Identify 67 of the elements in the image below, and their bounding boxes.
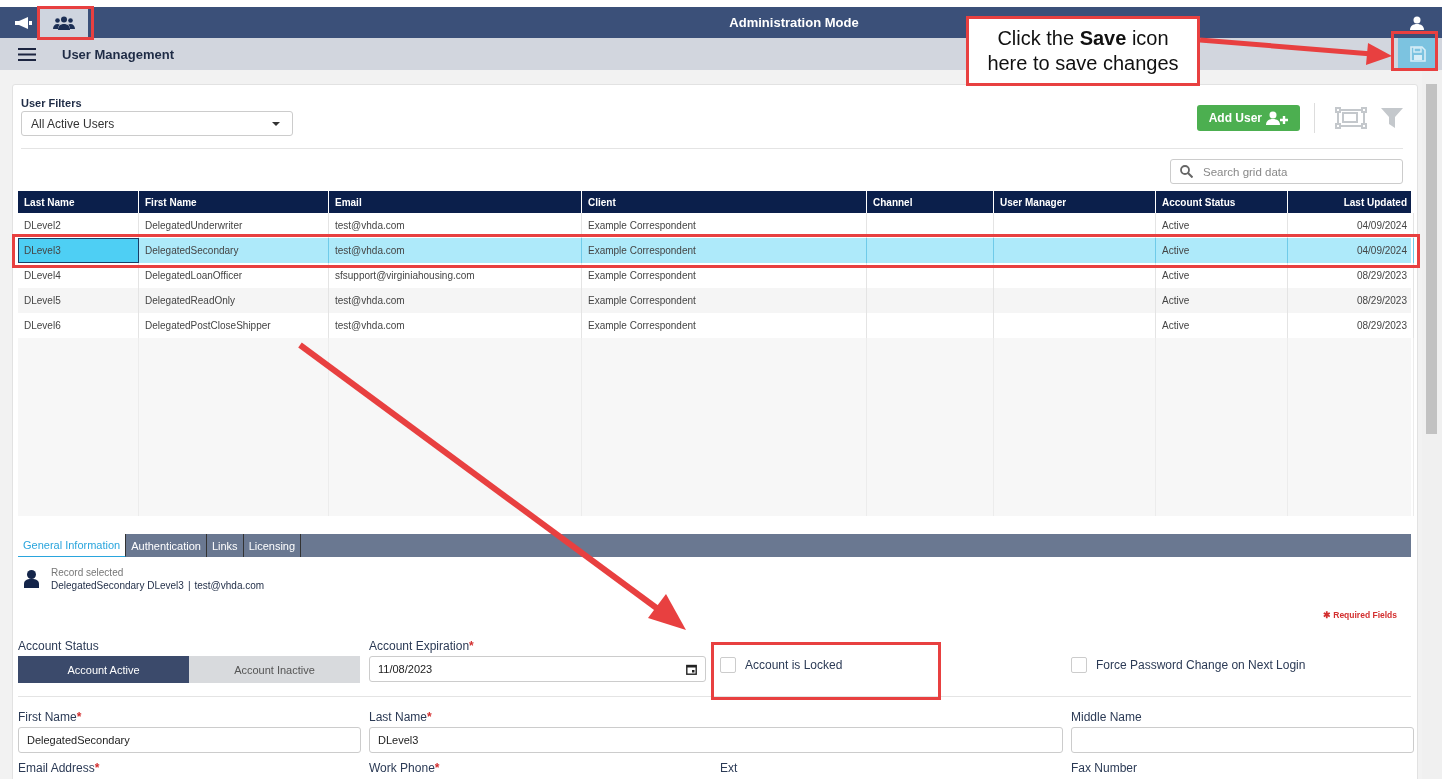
checkbox-label: Force Password Change on Next Login <box>1096 658 1306 672</box>
table-cell: test@vhda.com <box>329 288 582 313</box>
checkbox[interactable] <box>1071 657 1087 673</box>
column-header[interactable]: Email <box>329 191 582 213</box>
table-cell: Example Correspondent <box>582 288 867 313</box>
required-fields-note: ✱ Required Fields <box>1322 610 1397 620</box>
text-field[interactable]: DelegatedSecondary <box>18 727 361 753</box>
save-icon <box>1410 46 1426 62</box>
table-cell: test@vhda.com <box>329 238 582 263</box>
column-header[interactable]: Last Name <box>18 191 139 213</box>
field-label: Email Address* <box>18 761 101 775</box>
text-field[interactable]: DLevel3 <box>369 727 1063 753</box>
field-label: Account Status <box>18 639 100 653</box>
field-label: Ext <box>720 761 739 775</box>
field-label: Account Expiration* <box>369 639 475 653</box>
record-caption: Record selected <box>51 567 125 578</box>
date-field[interactable]: 11/08/2023 <box>369 656 706 682</box>
table-cell: DelegatedSecondary <box>139 238 329 263</box>
checkbox[interactable] <box>720 657 736 673</box>
calendar-icon[interactable] <box>686 663 697 675</box>
record-name: DelegatedSecondary DLevel3 <box>51 580 184 591</box>
field-label: Work Phone* <box>369 761 441 775</box>
column-header[interactable]: Client <box>582 191 867 213</box>
record-email: test@vhda.com <box>194 580 265 591</box>
megaphone-icon <box>14 15 34 30</box>
table-row[interactable]: DLevel3 DelegatedSecondary test@vhda.com Example Correspondent Active 04/09/2024 <box>18 238 1411 263</box>
table-cell: DLevel3 <box>18 238 139 263</box>
column-header[interactable]: User Manager <box>994 191 1156 213</box>
table-cell: 08/29/2023 <box>1288 288 1414 313</box>
tab[interactable]: Links <box>206 534 244 557</box>
status-toggle[interactable]: Account Inactive <box>189 656 360 683</box>
field-label: First Name* <box>18 710 83 724</box>
caret-icon <box>272 121 280 126</box>
table-cell: DLevel5 <box>18 288 139 313</box>
column-header[interactable]: First Name <box>139 191 329 213</box>
menu-icon[interactable] <box>18 47 36 61</box>
user-icon[interactable] <box>1410 15 1424 30</box>
table-cell: Active <box>1156 288 1288 313</box>
field-label: Middle Name <box>1071 710 1143 724</box>
callout: Click the Save icon here to save changes <box>966 16 1200 86</box>
table-cell: Example Correspondent <box>582 238 867 263</box>
table-cell: 04/09/2024 <box>1288 238 1414 263</box>
search-field[interactable]: Search grid data <box>1170 159 1403 184</box>
people-icon <box>53 15 75 30</box>
highlight-frame <box>1391 31 1438 71</box>
separator-text: | <box>187 580 191 591</box>
field-label: Fax Number <box>1071 761 1139 775</box>
table-row[interactable]: DLevel5 DelegatedReadOnly test@vhda.com Example Correspondent Active 08/29/2023 <box>18 288 1411 313</box>
table-cell: DelegatedReadOnly <box>139 288 329 313</box>
search-icon <box>1180 165 1193 178</box>
status-toggle[interactable]: Account Active <box>18 656 189 683</box>
column-header[interactable]: Last Updated <box>1288 191 1414 213</box>
filter-label: User Filters <box>21 97 83 109</box>
person-icon <box>24 570 39 588</box>
page-title: User Management <box>62 46 174 62</box>
highlight-frame <box>37 6 94 40</box>
text-field[interactable] <box>1071 727 1414 753</box>
filter-dropdown[interactable]: All Active Users <box>21 111 293 136</box>
checkbox-label: Account is Locked <box>745 658 843 672</box>
tab[interactable]: Licensing <box>243 534 302 557</box>
field-label: Last Name* <box>369 710 433 724</box>
column-header[interactable]: Account Status <box>1156 191 1288 213</box>
table-cell: Active <box>1156 238 1288 263</box>
tab[interactable]: Authentication <box>126 534 207 557</box>
column-header[interactable]: Channel <box>867 191 994 213</box>
add-person-icon <box>1266 111 1288 125</box>
window-title: Administration Mode <box>729 15 859 30</box>
